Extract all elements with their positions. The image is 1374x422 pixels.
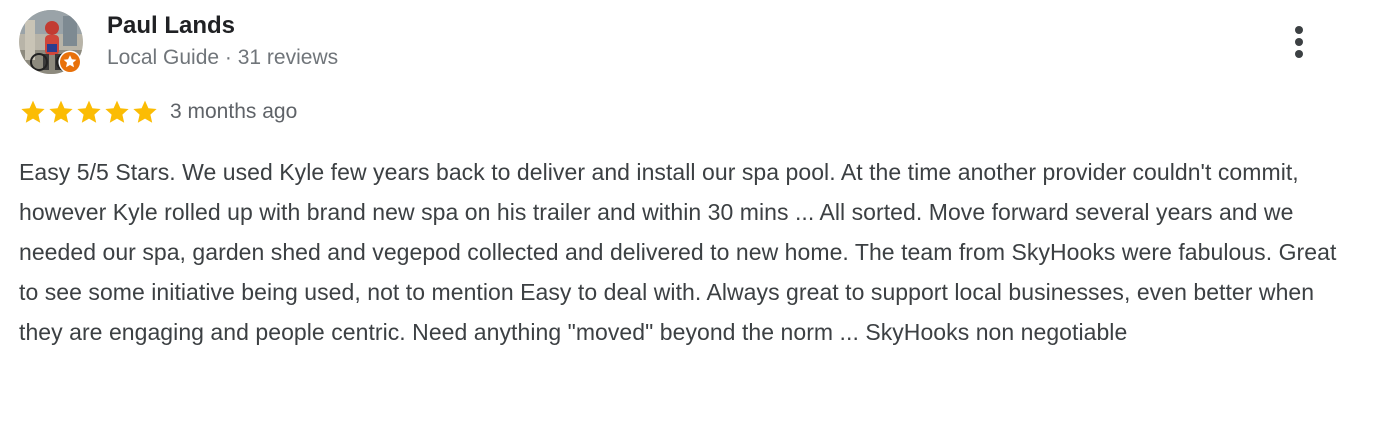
rating-row: 3 months ago (19, 96, 297, 128)
star-icon (75, 98, 103, 126)
review-date: 3 months ago (170, 100, 298, 123)
local-guide-star-icon (58, 50, 82, 74)
reviewer-name[interactable]: Paul Lands (107, 12, 235, 40)
star-icon (47, 98, 75, 126)
reviewer-meta[interactable]: Local Guide · 31 reviews (107, 45, 338, 71)
more-options-button[interactable] (1280, 22, 1318, 62)
more-vertical-icon-dot (1295, 50, 1303, 58)
review-text: Easy 5/5 Stars. We used Kyle few years b… (19, 159, 1337, 345)
star-icon (19, 98, 47, 126)
review-card: Paul Lands Local Guide · 31 reviews 3 mo… (0, 0, 1374, 422)
more-vertical-icon-dot (1295, 38, 1303, 46)
more-vertical-icon (1295, 26, 1303, 34)
star-rating (19, 98, 159, 126)
reviewer-avatar[interactable] (19, 10, 83, 74)
star-icon (131, 98, 159, 126)
star-icon (103, 98, 131, 126)
